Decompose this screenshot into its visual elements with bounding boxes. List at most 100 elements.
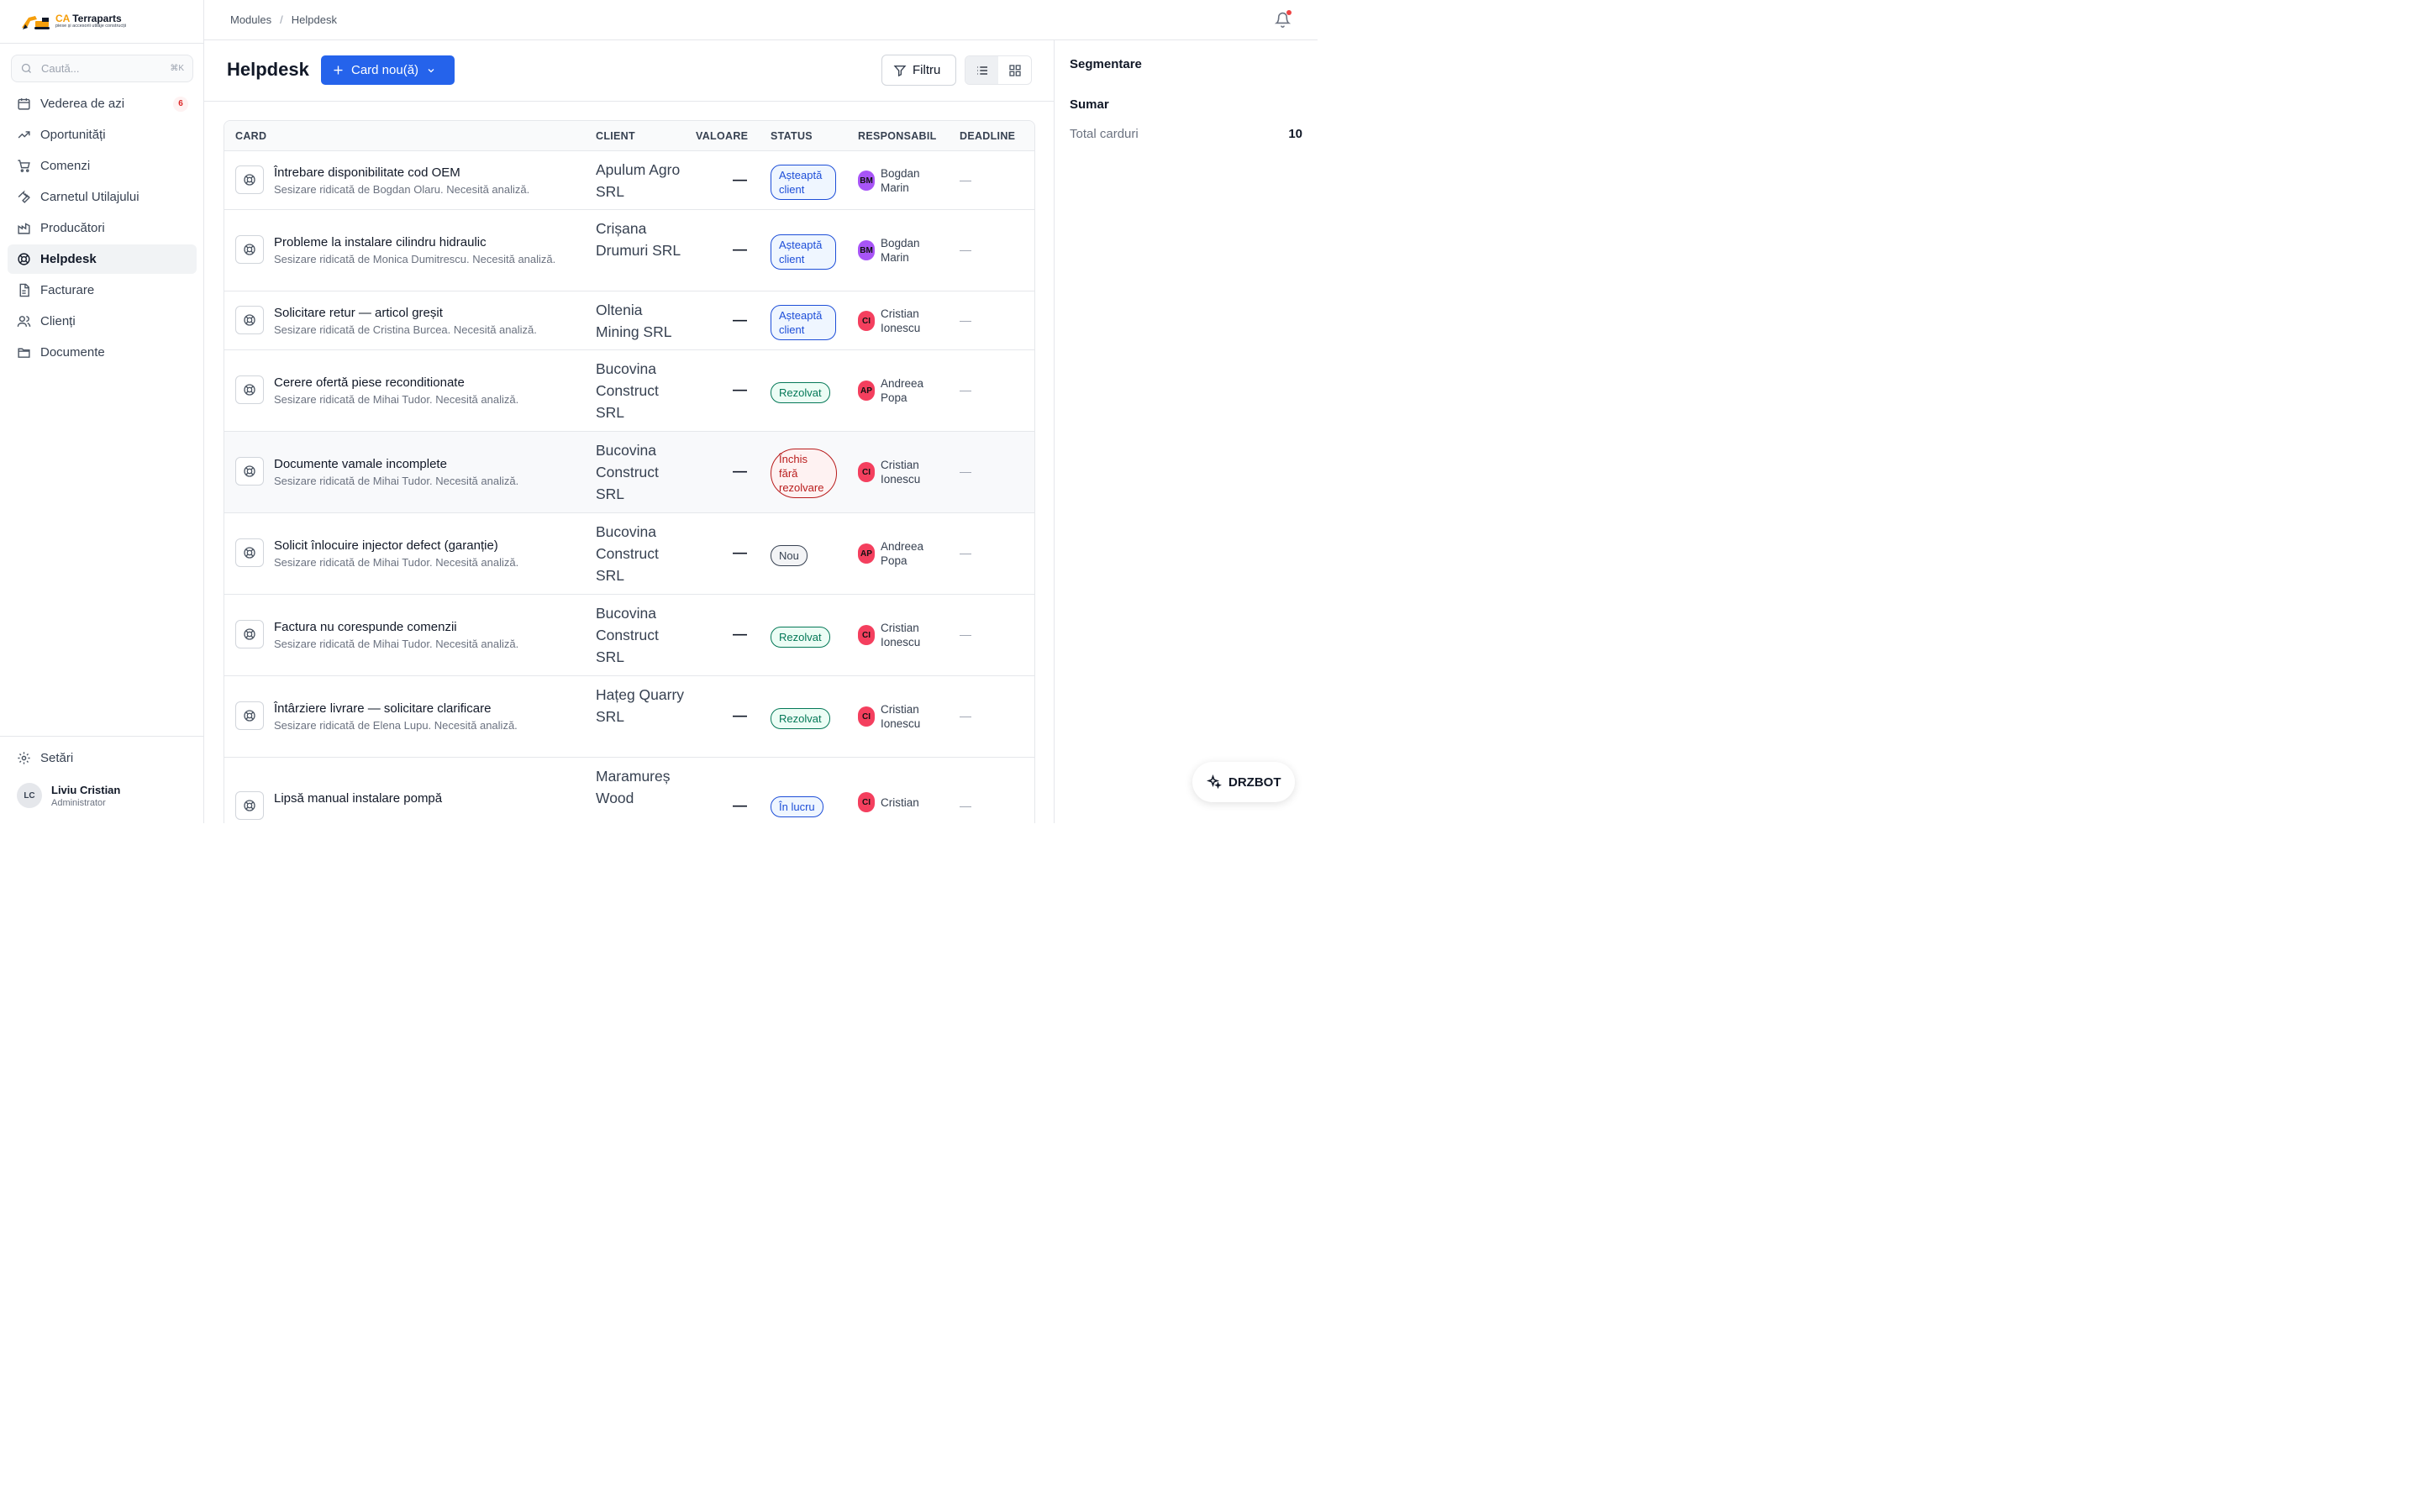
column-header-client[interactable]: CLIENT — [596, 130, 635, 142]
column-header-card[interactable]: CARD — [235, 130, 266, 142]
sidebar-item-settings[interactable]: Setări — [17, 751, 73, 765]
card-subtitle: Sesizare ridicată de Cristina Burcea. Ne… — [274, 323, 537, 336]
ticket-icon-box — [235, 457, 264, 486]
card-title[interactable]: Cerere ofertă piese reconditionate — [274, 375, 465, 390]
column-header-status[interactable]: STATUS — [771, 130, 813, 142]
table-row[interactable]: Întârziere livrare — solicitare clarific… — [224, 676, 1034, 758]
brand-logo[interactable]: CA Terraparts piese și accesorii utilaje… — [0, 0, 203, 44]
card-title[interactable]: Solicit înlocuire injector defect (garan… — [274, 538, 498, 553]
card-subtitle: Sesizare ridicată de Bogdan Olaru. Neces… — [274, 183, 530, 196]
avatar: CI — [858, 462, 875, 482]
client-name: Bucovina Construct SRL — [596, 360, 659, 421]
lifebuoy-icon — [244, 314, 255, 326]
assistant-button[interactable]: DRZBOT — [1192, 762, 1295, 802]
lifebuoy-icon — [244, 384, 255, 396]
sidebar-item-today[interactable]: Vederea de azi 6 — [8, 89, 197, 118]
user-name: Liviu Cristian — [51, 783, 121, 796]
summary-panel: Segmentare Sumar Total carduri 10 — [1055, 40, 1318, 823]
card-subtitle: Sesizare ridicată de Mihai Tudor. Necesi… — [274, 475, 519, 487]
table-row[interactable]: Solicitare retur — articol greșit Sesiza… — [224, 291, 1034, 350]
breadcrumb-modules[interactable]: Modules — [230, 13, 271, 26]
status-badge: Așteaptă client — [771, 234, 836, 270]
notification-dot — [1286, 10, 1292, 15]
column-header-owner[interactable]: RESPONSABIL — [858, 130, 937, 142]
ticket-icon-box — [235, 791, 264, 820]
avatar: CI — [858, 625, 875, 645]
sidebar-item-clients[interactable]: Clienți — [8, 307, 197, 336]
table-row[interactable]: Documente vamale incomplete Sesizare rid… — [224, 432, 1034, 513]
column-header-value[interactable]: VALOARE — [696, 130, 748, 142]
card-title[interactable]: Lipsă manual instalare pompă — [274, 791, 442, 806]
lifebuoy-icon — [244, 465, 255, 477]
owner-cell: CI Cristian — [858, 792, 931, 812]
owner-name: Bogdan Marin — [881, 237, 920, 264]
total-cards-label: Total carduri — [1070, 127, 1139, 141]
grid-view-button[interactable] — [998, 56, 1031, 84]
card-title[interactable]: Documente vamale incomplete — [274, 457, 447, 471]
list-view-button[interactable] — [965, 56, 998, 84]
segmentation-title: Segmentare — [1070, 57, 1142, 71]
search-shortcut: ⌘K — [170, 64, 184, 73]
users-icon — [17, 316, 31, 327]
ticket-icon-box — [235, 620, 264, 648]
card-title[interactable]: Factura nu corespunde comenzii — [274, 620, 457, 634]
sidebar-item-manufacturers[interactable]: Producători — [8, 213, 197, 243]
total-cards-value: 10 — [1288, 127, 1302, 141]
client-name: Apulum Agro SRL — [596, 161, 681, 200]
page-title: Helpdesk — [227, 59, 309, 80]
value-cell: — — [733, 381, 747, 397]
table-row[interactable]: Cerere ofertă piese reconditionate Sesiz… — [224, 350, 1034, 432]
search-input[interactable]: Caută... ⌘K — [11, 55, 193, 82]
status-badge: Rezolvat — [771, 382, 830, 403]
sidebar-nav: Vederea de azi 6 Oportunități Comenzi Ca… — [8, 89, 197, 369]
trending-up-icon — [18, 131, 30, 139]
card-title[interactable]: Întârziere livrare — solicitare clarific… — [274, 701, 491, 716]
new-card-label: Card nou(ă) — [351, 63, 419, 77]
deadline-cell: — — [960, 799, 971, 812]
sidebar-item-label: Documente — [40, 345, 105, 360]
card-title[interactable]: Întrebare disponibilitate cod OEM — [274, 165, 460, 180]
card-title[interactable]: Probleme la instalare cilindru hidraulic — [274, 235, 487, 249]
helpdesk-table: CARD CLIENT VALOARE STATUS RESPONSABIL D… — [224, 120, 1035, 823]
avatar: CI — [858, 706, 875, 727]
user-role: Administrator — [51, 797, 106, 808]
table-row[interactable]: Factura nu corespunde comenzii Sesizare … — [224, 595, 1034, 676]
page-header: Helpdesk Card nou(ă) Filtru — [204, 40, 1054, 102]
card-subtitle: Sesizare ridicată de Mihai Tudor. Necesi… — [274, 638, 519, 650]
value-cell: — — [733, 463, 747, 479]
ticket-icon-box — [235, 165, 264, 194]
folder-icon — [18, 348, 30, 358]
card-title[interactable]: Solicitare retur — articol greșit — [274, 306, 443, 320]
owner-cell: AP Andreea Popa — [858, 376, 931, 405]
user-profile[interactable]: LC Liviu Cristian Administrator — [17, 783, 120, 808]
table-row[interactable]: Probleme la instalare cilindru hidraulic… — [224, 210, 1034, 291]
column-header-deadline[interactable]: DEADLINE — [960, 130, 1015, 142]
sparkles-icon — [1207, 774, 1222, 790]
sidebar-item-documents[interactable]: Documente — [8, 338, 197, 367]
status-badge: Închis fără rezolvare — [771, 449, 837, 498]
avatar: AP — [858, 543, 875, 564]
new-card-button[interactable]: Card nou(ă) — [321, 55, 455, 85]
breadcrumb-helpdesk[interactable]: Helpdesk — [292, 13, 337, 26]
ticket-icon-box — [235, 375, 264, 404]
sidebar-item-opportunities[interactable]: Oportunități — [8, 120, 197, 150]
filter-button[interactable]: Filtru — [881, 55, 956, 86]
sidebar-item-billing[interactable]: Facturare — [8, 276, 197, 305]
sidebar-item-orders[interactable]: Comenzi — [8, 151, 197, 181]
table-header: CARD CLIENT VALOARE STATUS RESPONSABIL D… — [224, 121, 1034, 151]
table-row[interactable]: Lipsă manual instalare pompă Maramureș W… — [224, 758, 1034, 823]
sidebar-item-label: Facturare — [40, 283, 95, 297]
notification-count-badge: 6 — [173, 96, 188, 112]
client-name: Maramureș Wood — [596, 768, 671, 806]
summary-title: Sumar — [1070, 97, 1109, 112]
table-row[interactable]: Întrebare disponibilitate cod OEM Sesiza… — [224, 151, 1034, 210]
table-row[interactable]: Solicit înlocuire injector defect (garan… — [224, 513, 1034, 595]
avatar: LC — [17, 783, 42, 808]
deadline-cell: — — [960, 465, 971, 478]
avatar: AP — [858, 381, 875, 401]
owner-cell: BM Bogdan Marin — [858, 236, 931, 265]
sidebar-item-machine-log[interactable]: Carnetul Utilajului — [8, 182, 197, 212]
sidebar-item-helpdesk[interactable]: Helpdesk — [8, 244, 197, 274]
notifications-button[interactable] — [1275, 10, 1292, 28]
plus-icon — [334, 66, 343, 75]
